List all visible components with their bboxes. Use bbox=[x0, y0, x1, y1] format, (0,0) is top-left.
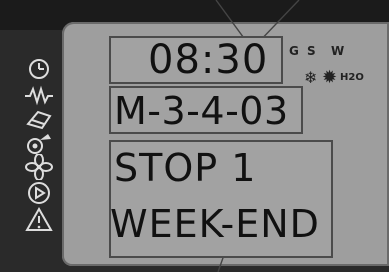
h2o-label: H2O bbox=[340, 72, 364, 83]
clock-icon bbox=[22, 56, 56, 82]
snowflake-icon: ❄ bbox=[304, 68, 318, 87]
status-line-1: STOP 1 bbox=[114, 146, 257, 190]
clock-time: 08:30 bbox=[148, 37, 269, 83]
valve-icon bbox=[22, 106, 56, 132]
zigzag-wave-icon bbox=[22, 82, 56, 108]
warning-icon bbox=[22, 206, 56, 232]
season-flag-w: W bbox=[331, 44, 345, 58]
season-flag-g: G bbox=[289, 44, 299, 58]
side-icon-column bbox=[18, 54, 58, 264]
pump-icon bbox=[22, 130, 56, 156]
status-line-2: WEEK-END bbox=[110, 202, 320, 246]
fan-icon bbox=[22, 154, 56, 180]
program-code: M-3-4-03 bbox=[114, 89, 289, 133]
season-flag-s: S bbox=[307, 44, 316, 58]
sun-icon: ✹ bbox=[322, 67, 338, 88]
play-circle-icon bbox=[22, 180, 56, 206]
